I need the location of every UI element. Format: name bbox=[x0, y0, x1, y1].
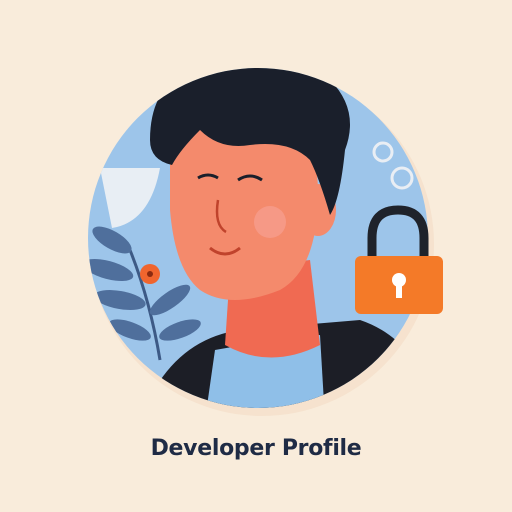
profile-caption: Developer Profile bbox=[150, 436, 362, 461]
